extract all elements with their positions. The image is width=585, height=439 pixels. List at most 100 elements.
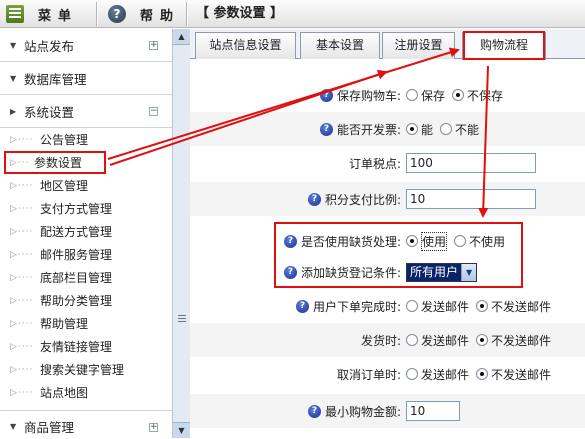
radio-label: 不发送邮件 bbox=[491, 367, 552, 382]
radio-selected-icon[interactable] bbox=[476, 334, 489, 346]
tree-line-icon: ▷···· bbox=[10, 180, 34, 191]
radio-option[interactable]: 不能 bbox=[440, 121, 479, 138]
annotation-box-stockout bbox=[274, 222, 523, 288]
field-label: ? 最小购物金额: bbox=[190, 403, 401, 420]
help-icon[interactable]: ? bbox=[319, 88, 333, 102]
form-row-points-ratio: ? 积分支付比例: 10 bbox=[190, 182, 585, 216]
sidebar-section-goods[interactable]: ▼ 商品管理 + bbox=[0, 410, 172, 438]
help-icon[interactable]: ? bbox=[307, 192, 321, 206]
tree-line-icon: ▷···· bbox=[10, 295, 34, 306]
sidebar-item-label: 地区管理 bbox=[40, 179, 89, 193]
sidebar-item-label: 帮助分类管理 bbox=[40, 294, 113, 308]
tree-line-icon: ▷··· bbox=[10, 157, 30, 168]
label-text: 积分支付比例: bbox=[324, 192, 401, 207]
field-label: ? 用户下单完成时: bbox=[190, 298, 401, 315]
tree-line-icon: ▷···· bbox=[10, 364, 34, 375]
chevron-right-icon: ▶ bbox=[10, 106, 17, 116]
sidebar-section-label: 系统设置 bbox=[24, 104, 75, 120]
tab-site-info[interactable]: 站点信息设置 bbox=[195, 32, 296, 59]
menu-grid-icon bbox=[6, 5, 24, 23]
sidebar-section-label: 站点发布 bbox=[24, 38, 75, 54]
radio-option[interactable]: 不发送邮件 bbox=[476, 332, 551, 349]
sidebar-item-footer[interactable]: ▷···· 底部栏目管理 bbox=[0, 266, 172, 289]
sidebar-item-label: 友情链接管理 bbox=[40, 340, 113, 354]
radio-option[interactable]: 保存 bbox=[406, 87, 445, 104]
collapse-icon[interactable]: − bbox=[149, 107, 158, 116]
radio-option[interactable]: 发送邮件 bbox=[406, 332, 469, 349]
help-icon[interactable]: ? bbox=[319, 122, 333, 136]
label-text: 取消订单时: bbox=[336, 367, 401, 382]
menu-button[interactable]: 菜单 bbox=[6, 0, 78, 28]
tree-line-icon: ▷···· bbox=[10, 249, 34, 260]
radio-icon[interactable] bbox=[406, 300, 418, 312]
radio-option[interactable]: 发送邮件 bbox=[406, 366, 469, 383]
radio-label: 发送邮件 bbox=[421, 299, 470, 314]
label-text: 用户下单完成时: bbox=[312, 299, 401, 314]
sidebar-item-sitemap[interactable]: ▷···· 站点地图 bbox=[0, 381, 172, 404]
form-row-invoice: ? 能否开发票: 能 不能 bbox=[190, 112, 585, 146]
field-label: 发货时: bbox=[190, 332, 401, 349]
tax-rate-input[interactable]: 100 bbox=[406, 153, 536, 173]
radio-label: 保存 bbox=[421, 88, 446, 103]
label-text: 发货时: bbox=[360, 333, 401, 348]
sidebar-item-help[interactable]: ▷···· 帮助管理 bbox=[0, 312, 172, 335]
min-amount-input[interactable]: 10 bbox=[406, 401, 460, 421]
radio-option[interactable]: 能 bbox=[406, 121, 433, 138]
field-label: ? 能否开发票: bbox=[190, 121, 401, 138]
radio-selected-icon[interactable] bbox=[406, 123, 418, 135]
tree-line-icon: ▷···· bbox=[10, 226, 34, 237]
scroll-down-icon[interactable]: ▼ bbox=[173, 422, 190, 438]
radio-option[interactable]: 不保存 bbox=[452, 87, 503, 104]
form-row-order-complete: ? 用户下单完成时: 发送邮件 不发送邮件 bbox=[190, 289, 585, 323]
sidebar-item-links[interactable]: ▷···· 友情链接管理 bbox=[0, 335, 172, 358]
form-row-min-amount: ? 最小购物金额: 10 bbox=[190, 394, 585, 428]
sidebar-item-notice[interactable]: ▷···· 公告管理 bbox=[0, 128, 172, 151]
sidebar-section-system[interactable]: ▶ 系统设置 − bbox=[0, 95, 172, 128]
sidebar-item-region[interactable]: ▷···· 地区管理 bbox=[0, 174, 172, 197]
sidebar-item-help-category[interactable]: ▷···· 帮助分类管理 bbox=[0, 289, 172, 312]
sidebar-item-label: 底部栏目管理 bbox=[40, 271, 113, 285]
sidebar-item-payment[interactable]: ▷···· 支付方式管理 bbox=[0, 197, 172, 220]
sidebar-item-label: 配送方式管理 bbox=[40, 225, 113, 239]
label-text: 保存购物车: bbox=[336, 88, 401, 103]
tab-register[interactable]: 注册设置 bbox=[382, 32, 455, 59]
tab-basic[interactable]: 基本设置 bbox=[300, 32, 380, 59]
radio-icon[interactable] bbox=[406, 89, 418, 101]
points-ratio-input[interactable]: 10 bbox=[406, 189, 536, 209]
radio-option[interactable]: 不发送邮件 bbox=[476, 298, 551, 315]
radio-icon[interactable] bbox=[440, 123, 453, 135]
page-title: 【 参数设置 】 bbox=[196, 6, 284, 21]
radio-label: 不发送邮件 bbox=[491, 299, 552, 314]
sidebar-item-label: 参数设置 bbox=[34, 156, 83, 170]
radio-selected-icon[interactable] bbox=[476, 368, 489, 380]
tree-line-icon: ▷···· bbox=[10, 341, 34, 352]
scroll-up-icon[interactable]: ▲ bbox=[173, 29, 190, 45]
radio-option[interactable]: 不发送邮件 bbox=[476, 366, 551, 383]
sidebar-item-mail[interactable]: ▷···· 邮件服务管理 bbox=[0, 243, 172, 266]
sidebar-item-shipping[interactable]: ▷···· 配送方式管理 bbox=[0, 220, 172, 243]
radio-label: 能 bbox=[421, 122, 434, 137]
tree-line-icon: ▷···· bbox=[10, 203, 34, 214]
help-icon[interactable]: ? bbox=[307, 404, 321, 418]
radio-selected-icon[interactable] bbox=[452, 89, 465, 101]
sidebar-section-database[interactable]: ▼ 数据库管理 bbox=[0, 62, 172, 95]
sidebar-item-label: 邮件服务管理 bbox=[40, 248, 113, 262]
radio-icon[interactable] bbox=[406, 334, 418, 346]
radio-label: 不能 bbox=[455, 122, 480, 137]
radio-option[interactable]: 发送邮件 bbox=[406, 298, 469, 315]
sidebar-item-params[interactable]: ▷··· 参数设置 bbox=[4, 151, 106, 174]
sidebar-section-label: 数据库管理 bbox=[24, 71, 87, 87]
radio-icon[interactable] bbox=[406, 368, 418, 380]
help-icon[interactable]: ? bbox=[295, 299, 309, 313]
annotation-box-tab bbox=[463, 31, 545, 60]
help-button[interactable]: ? 帮助 bbox=[108, 0, 180, 28]
sidebar-item-keywords[interactable]: ▷···· 搜索关键字管理 bbox=[0, 358, 172, 381]
form-row-save-cart: ? 保存购物车: 保存 不保存 bbox=[190, 78, 585, 112]
expand-icon[interactable]: + bbox=[149, 41, 158, 50]
expand-icon[interactable]: + bbox=[149, 423, 158, 432]
splitter-grip-icon[interactable] bbox=[178, 315, 186, 324]
sidebar-item-label: 站点地图 bbox=[40, 386, 89, 400]
radio-selected-icon[interactable] bbox=[476, 300, 489, 312]
sidebar-section-site-publish[interactable]: ▼ 站点发布 + bbox=[0, 29, 172, 62]
sidebar-scrollbar[interactable]: ▲ ▼ bbox=[172, 29, 190, 438]
